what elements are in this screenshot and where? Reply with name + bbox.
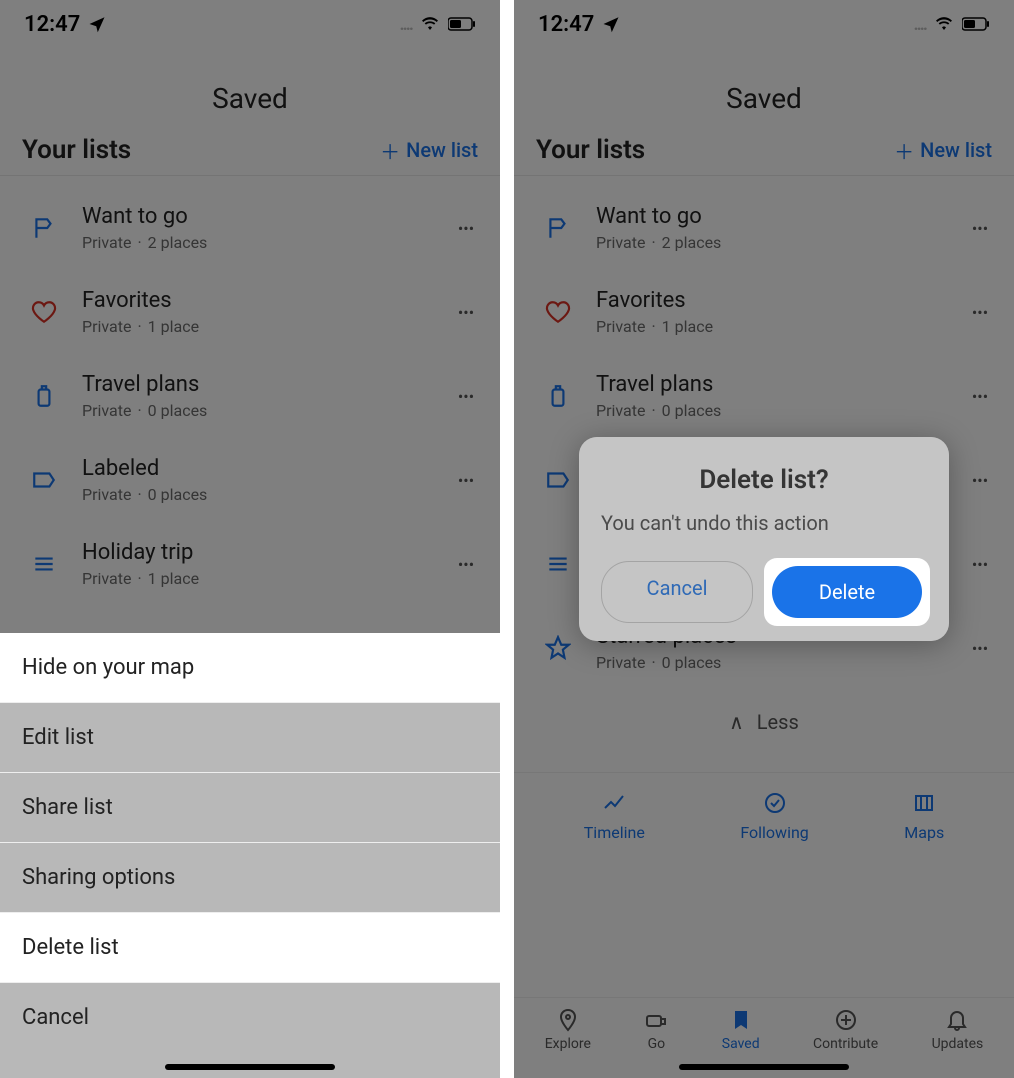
home-indicator [165, 1064, 335, 1070]
sheet-sharing-options[interactable]: Sharing options [0, 843, 500, 913]
sheet-edit-list[interactable]: Edit list [0, 703, 500, 773]
sheet-cancel[interactable]: Cancel [0, 983, 500, 1052]
delete-dialog: Delete list? You can't undo this action … [579, 437, 949, 641]
dialog-delete-button[interactable]: Delete [772, 566, 922, 618]
dialog-message: You can't undo this action [601, 511, 927, 535]
phone-screen-right: 12:47 .... Saved Your lists ＋ New list [514, 0, 1014, 1078]
sheet-hide-on-map[interactable]: Hide on your map [0, 633, 500, 703]
dialog-cancel-button[interactable]: Cancel [601, 561, 753, 623]
phone-screen-left: 12:47 .... Saved Your lists ＋ New list [0, 0, 500, 1078]
sheet-delete-list[interactable]: Delete list [0, 913, 500, 983]
action-sheet: Hide on your map Edit list Share list Sh… [0, 633, 500, 1078]
dialog-title: Delete list? [601, 465, 927, 495]
sheet-share-list[interactable]: Share list [0, 773, 500, 843]
